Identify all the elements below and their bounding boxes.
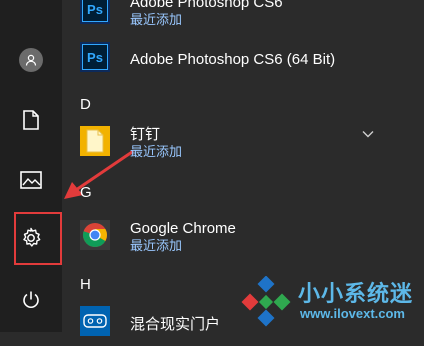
folder-icon bbox=[80, 126, 110, 156]
app-name: Adobe Photoshop CS6 (64 Bit) bbox=[130, 51, 336, 68]
app-item-google-chrome[interactable]: Google Chrome 最近添加 bbox=[80, 220, 400, 260]
section-header-d[interactable]: D bbox=[80, 96, 91, 114]
recently-added-label: 最近添加 bbox=[130, 144, 183, 159]
app-name: 混合现实门户 bbox=[130, 316, 221, 333]
photoshop-icon: Ps bbox=[80, 42, 110, 72]
app-item-photoshop-cs6-64[interactable]: Ps Adobe Photoshop CS6 (64 Bit) bbox=[80, 42, 400, 82]
app-name: Adobe Photoshop CS6 bbox=[130, 0, 283, 11]
photoshop-icon: Ps bbox=[80, 0, 110, 24]
recently-added-label: 最近添加 bbox=[130, 12, 183, 27]
watermark: 小小系统迷 www.ilovext.com bbox=[232, 270, 424, 332]
section-header-g[interactable]: G bbox=[80, 184, 92, 202]
recently-added-label: 最近添加 bbox=[130, 238, 183, 253]
chevron-down-icon[interactable] bbox=[362, 128, 374, 140]
watermark-title: 小小系统迷 bbox=[298, 281, 414, 306]
watermark-url: www.ilovext.com bbox=[300, 306, 405, 321]
chrome-icon bbox=[80, 220, 110, 250]
app-item-dingtalk[interactable]: 钉钉 最近添加 bbox=[80, 126, 400, 166]
section-header-h[interactable]: H bbox=[80, 276, 91, 294]
app-item-photoshop-cs6[interactable]: Ps Adobe Photoshop CS6 最近添加 bbox=[80, 0, 400, 34]
app-name: 钉钉 bbox=[130, 126, 161, 143]
watermark-logo-icon bbox=[241, 276, 291, 327]
app-name: Google Chrome bbox=[130, 220, 236, 237]
